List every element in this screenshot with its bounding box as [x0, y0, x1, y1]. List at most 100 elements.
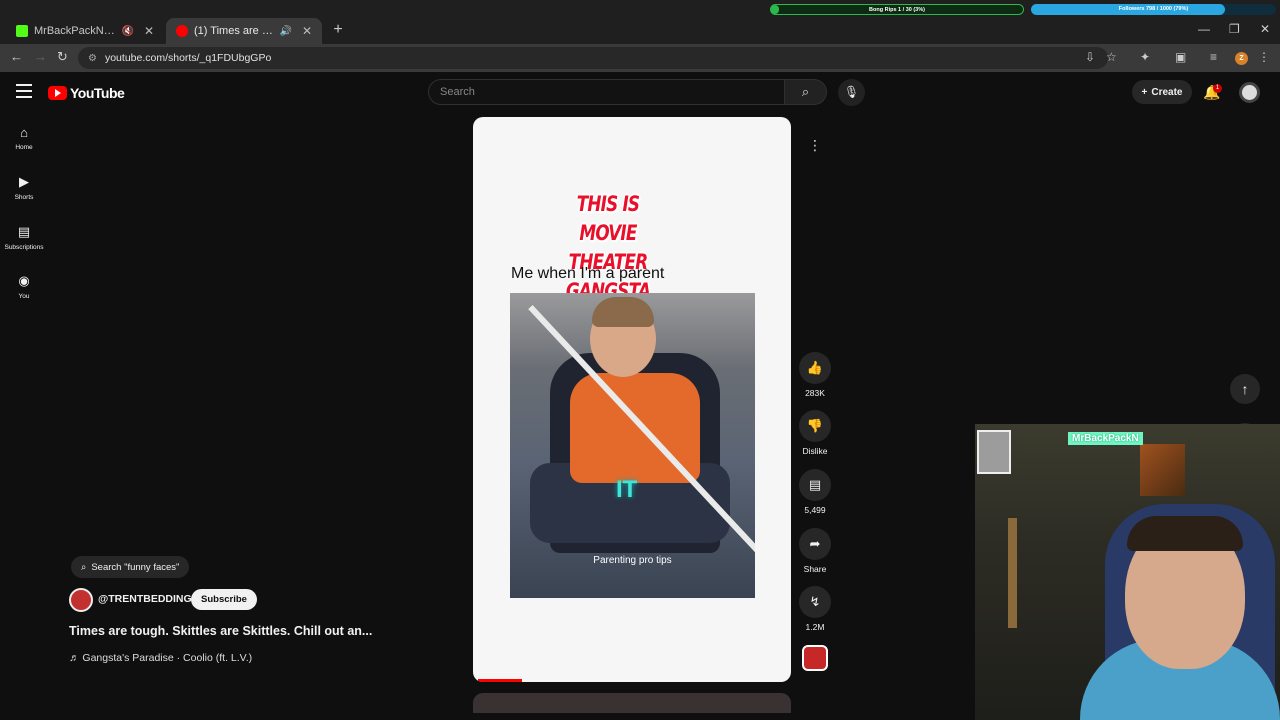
pro-tips-caption: Parenting pro tips: [593, 555, 672, 566]
share-label: Share: [803, 564, 827, 574]
youtube-logo[interactable]: YouTube: [48, 85, 125, 101]
shorts-icon: ▶: [19, 174, 29, 189]
dislike-label: Dislike: [802, 446, 828, 456]
wooden-stick: [1008, 518, 1017, 628]
tiger-poster: [1140, 444, 1185, 496]
install-icon[interactable]: ⇩: [1085, 50, 1095, 64]
browser-toolbar: ← → ↻ ⚙ youtube.com/shorts/_q1FDUbgGPo ⇩…: [0, 44, 1280, 72]
audio-icon[interactable]: 🔊: [279, 26, 291, 37]
close-tab-icon[interactable]: ✕: [302, 24, 312, 38]
music-info[interactable]: ♬ Gangsta's Paradise · Coolio (ft. L.V.): [69, 652, 252, 664]
bong-rips-goal-bar: Bong Rips 1 / 30 (3%): [770, 4, 1024, 15]
search-button[interactable]: ⌕: [785, 79, 827, 105]
remix-icon: ↯: [799, 586, 831, 618]
followers-goal-bar: Followers 798 / 1000 (79%): [1031, 4, 1276, 15]
share-arrow-icon: ➦: [799, 528, 831, 560]
share-button[interactable]: ➦ Share: [799, 528, 831, 574]
profile-avatar[interactable]: Z: [1235, 52, 1248, 65]
remix-button[interactable]: ↯ 1.2M: [799, 586, 831, 632]
search-suggestion-chip[interactable]: ⌕ Search "funny faces": [71, 556, 190, 578]
rail-label: Shorts: [14, 194, 34, 201]
rail-home[interactable]: ⌂ Home: [0, 125, 48, 151]
goal-fill: [771, 5, 779, 14]
search-icon: ⌕: [81, 561, 87, 573]
home-icon: ⌂: [20, 125, 28, 140]
tab-search-icon[interactable]: ≡: [1210, 50, 1217, 64]
search-icon: ⌕: [801, 84, 810, 99]
browser-tabstrip: MrBackPackN Stream - Wa 🔇 ✕ (1) Times ar…: [0, 0, 1280, 44]
tab-title: MrBackPackN Stream - Wa: [34, 25, 115, 37]
new-tab-button[interactable]: +: [328, 20, 348, 40]
account-avatar[interactable]: [1239, 82, 1260, 103]
url-text: youtube.com/shorts/_q1FDUbgGPo: [104, 52, 272, 64]
close-window-icon[interactable]: ✕: [1260, 22, 1270, 36]
previous-short-button[interactable]: ↑: [1230, 374, 1260, 404]
back-icon[interactable]: ←: [10, 49, 23, 64]
comment-count: 5,499: [804, 505, 826, 515]
close-tab-icon[interactable]: ✕: [144, 24, 154, 38]
microphone-icon: 🎙: [843, 85, 860, 99]
like-button[interactable]: 👍 283K: [799, 352, 831, 398]
short-video-player[interactable]: THIS IS MOVIE THEATER GANGSTA Me when I'…: [473, 117, 791, 682]
kebab-menu-icon[interactable]: ⋮: [1258, 50, 1270, 64]
forward-icon[interactable]: →: [34, 49, 47, 64]
youtube-favicon-icon: [176, 25, 188, 37]
logo-text: YouTube: [70, 85, 125, 101]
video-frame-child-in-car-seat: IT Parenting pro tips: [510, 293, 755, 598]
it-caption: IT: [616, 476, 638, 503]
rail-you[interactable]: ◉ You: [0, 273, 48, 300]
channel-avatar[interactable]: [69, 588, 93, 612]
like-count: 283K: [805, 388, 825, 398]
reload-icon[interactable]: ↻: [57, 49, 68, 65]
you-icon: ◉: [18, 273, 30, 288]
subscriptions-icon: ▤: [17, 224, 31, 239]
mute-icon[interactable]: 🔇: [121, 26, 133, 37]
minimize-icon[interactable]: —: [1198, 22, 1210, 36]
music-note-icon: ♬: [69, 652, 80, 664]
tab-youtube[interactable]: (1) Times are tough. Skittle 🔊 ✕: [166, 18, 322, 44]
voice-search-button[interactable]: 🎙: [838, 79, 865, 106]
comments-button[interactable]: ▤ 5,499: [799, 469, 831, 515]
goal-label: Followers 798 / 1000 (79%): [1118, 6, 1189, 12]
thumbs-down-icon: 👎: [799, 410, 831, 442]
short-title[interactable]: Times are tough. Skittles are Skittles. …: [69, 624, 372, 638]
rail-shorts[interactable]: ▶ Shorts: [0, 174, 48, 201]
video-caption-overlay: THIS IS MOVIE THEATER GANGSTA: [565, 192, 651, 303]
rail-label: Subscriptions: [4, 244, 44, 251]
youtube-play-icon: [48, 86, 67, 100]
streamer-hair: [1127, 516, 1243, 551]
more-options-icon[interactable]: ⋮: [801, 131, 829, 159]
tab-stream[interactable]: MrBackPackN Stream - Wa 🔇 ✕: [6, 18, 164, 44]
create-button[interactable]: + Create: [1132, 80, 1192, 104]
goal-label: Bong Rips 1 / 30 (3%): [869, 7, 925, 13]
dislike-button[interactable]: 👎 Dislike: [799, 410, 831, 456]
rail-subscriptions[interactable]: ▤ Subscriptions: [0, 224, 48, 251]
comment-icon: ▤: [799, 469, 831, 501]
remix-count: 1.2M: [805, 622, 825, 632]
meme-text: Me when I'm a parent: [511, 265, 665, 282]
streamer-webcam-overlay: MrBackPackN: [975, 424, 1280, 720]
screen: MrBackPackN Stream - Wa 🔇 ✕ (1) Times ar…: [0, 0, 1280, 720]
thumbs-up-icon: 👍: [799, 352, 831, 384]
site-info-icon[interactable]: ⚙: [88, 53, 97, 64]
music-title: Gangsta's Paradise · Coolio (ft. L.V.): [82, 652, 253, 664]
address-bar[interactable]: ⚙ youtube.com/shorts/_q1FDUbgGPo: [78, 47, 1108, 69]
kick-favicon-icon: [16, 25, 28, 37]
hamburger-menu-icon[interactable]: [16, 84, 32, 98]
notification-badge: 1: [1213, 84, 1222, 93]
extensions-icon[interactable]: ✦: [1140, 50, 1150, 64]
video-progress-bar[interactable]: [478, 679, 522, 682]
maximize-icon[interactable]: ❐: [1229, 22, 1240, 36]
webcam-name-sign: MrBackPackN: [1068, 432, 1143, 445]
chip-label: Search "funny faces": [91, 561, 180, 573]
sidepanel-icon[interactable]: ▣: [1175, 50, 1186, 64]
subscribe-button[interactable]: Subscribe: [191, 589, 257, 610]
search-input[interactable]: Search: [428, 79, 785, 105]
sound-channel-thumbnail[interactable]: [802, 645, 828, 671]
next-short-preview[interactable]: [473, 693, 791, 713]
tab-title: (1) Times are tough. Skittle: [194, 25, 273, 37]
arrow-up-icon: ↑: [1241, 381, 1249, 397]
channel-name[interactable]: @TRENTBEDDING: [98, 593, 192, 605]
bookmark-star-icon[interactable]: ☆: [1106, 50, 1117, 64]
rail-label: Home: [15, 144, 33, 151]
